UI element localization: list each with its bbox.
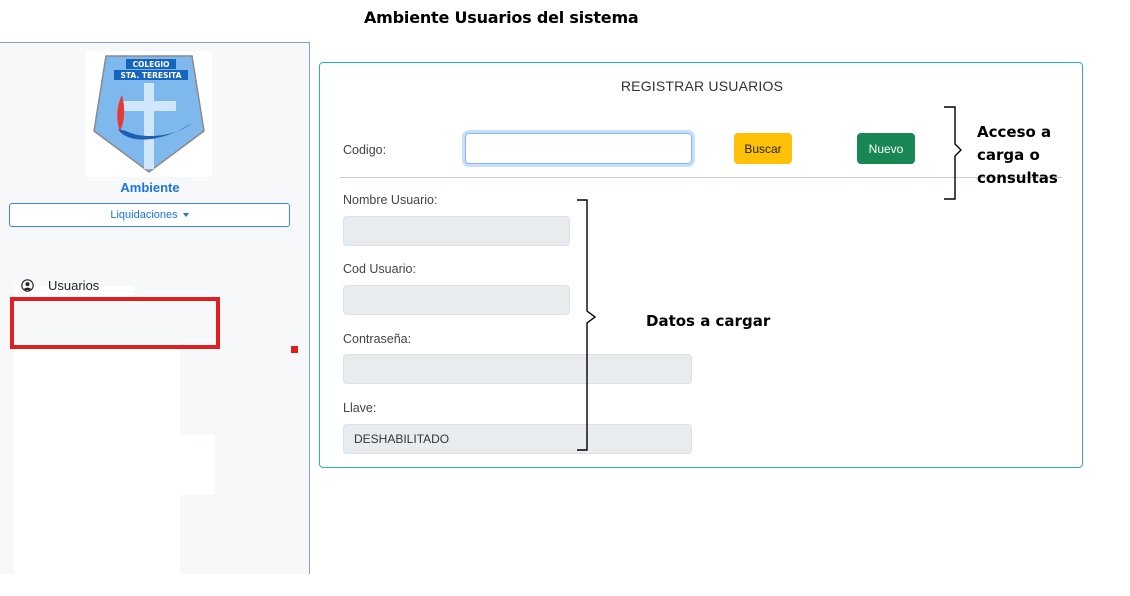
- sidebar-item-usuarios[interactable]: Usuarios: [14, 272, 214, 298]
- logo-text-line2: STA. TERESITA: [120, 71, 181, 80]
- caret-down-icon: [182, 213, 189, 217]
- brand-label: Ambiente: [120, 180, 180, 195]
- page-title: Ambiente Usuarios del sistema: [364, 8, 639, 27]
- user-circle-icon: [21, 278, 34, 292]
- logo-text-line1: COLEGIO: [132, 60, 169, 69]
- annotation-acceso-line3: consultas: [977, 169, 1058, 187]
- llave-label: Llave:: [343, 401, 377, 415]
- liquidaciones-dropdown[interactable]: Liquidaciones: [9, 203, 290, 227]
- bracket-acceso: [944, 106, 962, 200]
- annotation-acceso: Acceso a carga o consultas: [977, 121, 1058, 190]
- annotation-acceso-line1: Acceso a: [977, 123, 1052, 141]
- highlight-box: [10, 297, 220, 349]
- nuevo-button[interactable]: Nuevo: [857, 133, 915, 164]
- codigo-input[interactable]: [465, 133, 692, 164]
- form-title: REGISTRAR USUARIOS: [620, 78, 784, 94]
- sidebar-item-label: Usuarios: [48, 277, 100, 293]
- buscar-button[interactable]: Buscar: [734, 133, 792, 164]
- school-logo: COLEGIO STA. TERESITA: [86, 51, 212, 177]
- blank-area: [14, 343, 180, 575]
- highlight-marker: [291, 346, 298, 353]
- contrasena-field[interactable]: [343, 354, 692, 384]
- nombre-usuario-label: Nombre Usuario:: [343, 193, 438, 207]
- annotation-acceso-line2: carga o: [977, 146, 1040, 164]
- codigo-label: Codigo:: [343, 143, 387, 157]
- llave-field[interactable]: DESHABILITADO: [343, 424, 692, 454]
- cod-usuario-field[interactable]: [343, 285, 570, 315]
- nombre-usuario-field[interactable]: [343, 216, 570, 246]
- contrasena-label: Contraseña:: [343, 332, 412, 346]
- registrar-usuarios-card: REGISTRAR USUARIOS Codigo: Buscar Nuevo …: [319, 62, 1083, 468]
- cod-usuario-label: Cod Usuario:: [343, 262, 416, 276]
- annotation-datos: Datos a cargar: [646, 312, 771, 330]
- blank-area: [180, 435, 215, 495]
- dropdown-label: Liquidaciones: [110, 209, 178, 221]
- bracket-datos: [577, 199, 597, 451]
